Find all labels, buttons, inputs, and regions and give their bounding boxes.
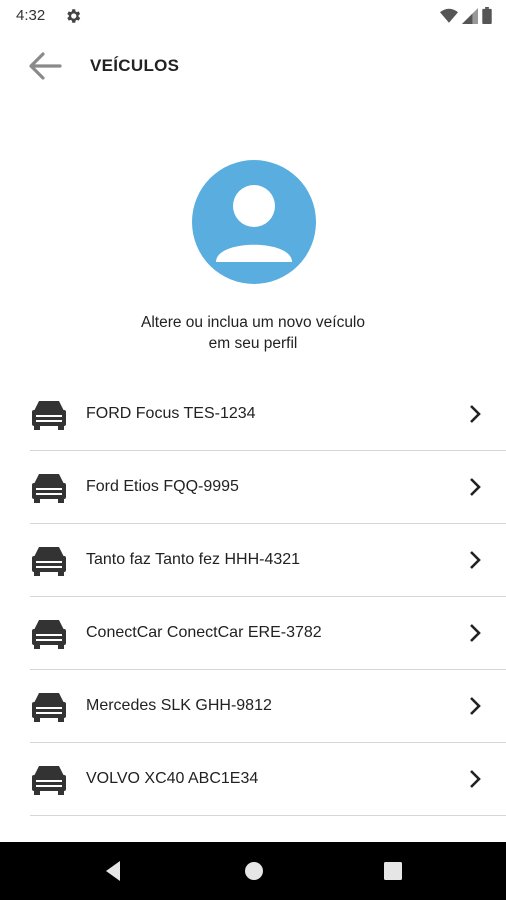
subtitle-line-1: Altere ou inclua um novo veículo: [140, 314, 366, 331]
wifi-icon: [440, 8, 458, 23]
vehicle-row-partial[interactable]: [0, 816, 506, 837]
avatar[interactable]: [192, 160, 316, 284]
signal-icon: [462, 7, 478, 24]
chevron-right-icon: [470, 551, 481, 569]
car-icon: [32, 547, 66, 576]
car-icon: [32, 620, 66, 649]
chevron-right-icon: [470, 405, 481, 423]
app-bar: VEÍCULOS: [0, 34, 506, 98]
system-nav-bar: [0, 842, 506, 900]
status-icons: [440, 7, 492, 24]
back-arrow-icon: [29, 52, 62, 80]
status-time: 4:32: [16, 7, 46, 24]
car-icon: [30, 834, 68, 837]
vehicle-row[interactable]: Ford Etios FQQ-9995: [0, 451, 506, 524]
page-title: VEÍCULOS: [90, 56, 180, 75]
nav-recents-icon[interactable]: [378, 856, 408, 886]
gear-icon: [67, 9, 81, 23]
profile-subtitle: Altere ou inclua um novo veículo em seu …: [0, 312, 506, 354]
vehicle-list: FORD Focus TES-1234 Ford Etios FQQ-9995 …: [0, 378, 506, 837]
vehicle-row[interactable]: Mercedes SLK GHH-9812: [0, 670, 506, 743]
car-icon: [32, 693, 66, 722]
vehicle-label: Mercedes SLK GHH-9812: [86, 697, 272, 714]
nav-home-icon[interactable]: [239, 856, 269, 886]
vehicle-label: Ford Etios FQQ-9995: [86, 478, 239, 495]
car-icon: [32, 401, 66, 430]
back-button[interactable]: [24, 46, 72, 86]
battery-icon: [482, 7, 492, 24]
vehicle-label: ConectCar ConectCar ERE-3782: [86, 624, 322, 641]
car-icon: [32, 474, 66, 503]
vehicle-label: FORD Focus TES-1234: [86, 405, 256, 422]
vehicle-label: Tanto faz Tanto fez HHH-4321: [86, 551, 301, 568]
chevron-right-icon: [470, 624, 481, 642]
vehicle-label: VOLVO XC40 ABC1E34: [86, 770, 259, 787]
user-icon: [216, 185, 292, 262]
subtitle-line-2: em seu perfil: [208, 335, 298, 352]
status-bar: 4:32: [0, 0, 506, 34]
nav-back-icon[interactable]: [98, 856, 128, 886]
chevron-right-icon: [470, 697, 481, 715]
car-icon: [32, 766, 66, 795]
chevron-right-icon: [470, 478, 481, 496]
vehicle-row[interactable]: VOLVO XC40 ABC1E34: [0, 743, 506, 816]
chevron-right-icon: [470, 770, 481, 788]
vehicle-row[interactable]: ConectCar ConectCar ERE-3782: [0, 597, 506, 670]
vehicle-row[interactable]: Tanto faz Tanto fez HHH-4321: [0, 524, 506, 597]
vehicle-row[interactable]: FORD Focus TES-1234: [0, 378, 506, 451]
